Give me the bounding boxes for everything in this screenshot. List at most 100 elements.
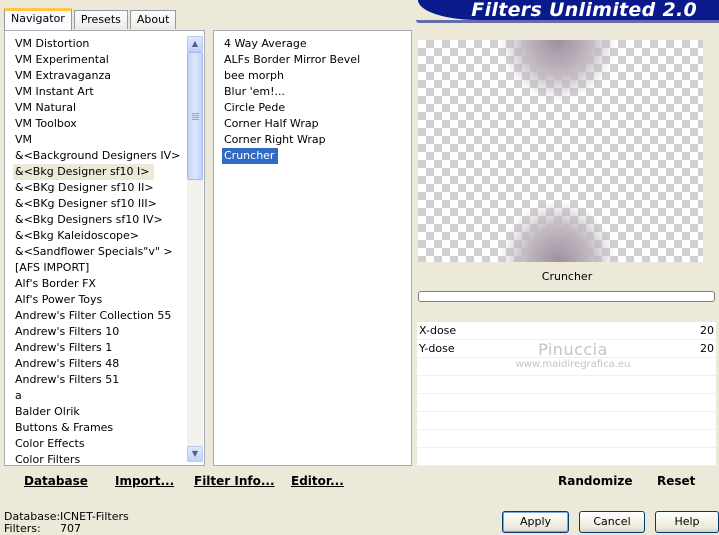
list-item[interactable]: &<Bkg Designer sf10 I> [13,164,186,180]
list-item-label: ALFs Border Mirror Bevel [224,53,361,66]
list-item-label: 4 Way Average [224,37,307,50]
list-item-label: Alf's Border FX [15,277,96,290]
param-row-empty [417,394,716,412]
list-item[interactable]: Andrew's Filters 48 [13,356,186,372]
list-item[interactable]: Corner Half Wrap [222,116,407,132]
list-item-label: Andrew's Filters 48 [15,357,120,370]
current-filter-name: Cruncher [541,270,593,283]
list-item[interactable]: Andrew's Filters 51 [13,372,186,388]
category-scrollbar[interactable]: ▲ ▼ [187,36,203,462]
list-item[interactable]: VM Distortion [13,36,186,52]
list-item-label: &<BKg Designer sf10 III> [15,197,157,210]
tab-presets[interactable]: Presets [73,10,128,29]
param-row-empty [417,448,716,466]
list-item-label: &<BKg Designer sf10 II> [15,181,154,194]
list-item[interactable]: Andrew's Filters 1 [13,340,186,356]
tab-about[interactable]: About [129,10,177,29]
list-item-label: Corner Right Wrap [224,133,326,146]
list-item-label: [AFS IMPORT] [15,261,90,274]
list-item-label: Blur 'em!... [224,85,285,98]
preview-image [418,40,703,262]
list-item[interactable]: Buttons & Frames [13,420,186,436]
category-list-panel: VM Distortion VM Experimental VM Extravaga… [4,30,205,466]
help-button[interactable]: Help [655,511,719,533]
status-filters-label: Filters: [4,522,41,535]
list-item-label: Cruncher [222,148,279,164]
apply-button[interactable]: Apply [502,511,569,533]
list-item-label: Corner Half Wrap [224,117,319,130]
list-item[interactable]: VM Toolbox [13,116,186,132]
param-label: Y-dose [419,342,455,355]
list-item[interactable]: [AFS IMPORT] [13,260,186,276]
list-item-label: Alf's Power Toys [15,293,103,306]
reset-button[interactable]: Reset [657,474,695,488]
filter-list-panel: 4 Way Average ALFs Border Mirror Bevel bee… [213,30,412,466]
param-value: 20 [700,324,714,337]
list-item-label: Circle Pede [224,101,286,114]
param-value: 20 [700,342,714,355]
param-row-y-dose[interactable]: Y-dose 20 [417,340,716,358]
list-item-label: Andrew's Filters 1 [15,341,113,354]
list-item[interactable]: Alf's Power Toys [13,292,186,308]
list-item-label: VM [15,133,33,146]
cancel-button[interactable]: Cancel [579,511,645,533]
list-item[interactable]: Cruncher [222,148,407,164]
list-item-label: VM Experimental [15,53,109,66]
list-item-label: VM Natural [15,101,77,114]
list-item[interactable]: bee morph [222,68,407,84]
scroll-down-icon[interactable]: ▼ [187,446,203,462]
list-item[interactable]: VM [13,132,186,148]
list-item[interactable]: Corner Right Wrap [222,132,407,148]
param-row-empty [417,430,716,448]
list-item-label: VM Extravaganza [15,69,112,82]
randomize-button[interactable]: Randomize [558,474,632,488]
list-item[interactable]: Andrew's Filter Collection 55 [13,308,186,324]
list-item-label: Balder Olrik [15,405,80,418]
list-item[interactable]: &<BKg Designer sf10 III> [13,196,186,212]
list-item-label: &<Bkg Designer sf10 I> [13,164,154,180]
list-item-label: &<Sandflower Specials"v" > [15,245,173,258]
list-item-label: VM Toolbox [15,117,77,130]
scroll-up-icon[interactable]: ▲ [187,36,203,52]
list-item[interactable]: Color Effects [13,436,186,452]
list-item[interactable]: &<Bkg Kaleidoscope> [13,228,186,244]
tab-strip: Navigator Presets About [4,7,177,30]
list-item[interactable]: &<BKg Designer sf10 II> [13,180,186,196]
list-item[interactable]: Andrew's Filters 10 [13,324,186,340]
list-item[interactable]: &<Sandflower Specials"v" > [13,244,186,260]
list-item[interactable]: Balder Olrik [13,404,186,420]
list-item[interactable]: VM Instant Art [13,84,186,100]
list-item[interactable]: 4 Way Average [222,36,407,52]
list-item-label: Color Filters [15,453,81,465]
param-row-empty [417,376,716,394]
list-item[interactable]: &<Bkg Designers sf10 IV> [13,212,186,228]
database-button[interactable]: Database [24,474,88,488]
list-item[interactable]: a [13,388,186,404]
category-list[interactable]: VM Distortion VM Experimental VM Extravaga… [13,36,186,465]
preview-shape-top [468,40,648,140]
list-item[interactable]: &<Background Designers IV> [13,148,186,164]
list-item-label: a [15,389,22,402]
filter-info-button[interactable]: Filter Info... [194,474,275,488]
import-button[interactable]: Import... [115,474,174,488]
param-row-x-dose[interactable]: X-dose 20 [417,322,716,340]
list-item-label: Andrew's Filters 10 [15,325,120,338]
param-row-empty [417,412,716,430]
tab-navigator[interactable]: Navigator [4,8,72,30]
list-item[interactable]: Circle Pede [222,100,407,116]
scroll-thumb[interactable] [187,52,203,180]
editor-button[interactable]: Editor... [291,474,344,488]
list-item[interactable]: VM Extravaganza [13,68,186,84]
list-item-label: VM Distortion [15,37,90,50]
list-item[interactable]: VM Natural [13,100,186,116]
list-item-label: &<Background Designers IV> [15,149,181,162]
list-item-label: &<Bkg Kaleidoscope> [15,229,140,242]
filter-list[interactable]: 4 Way Average ALFs Border Mirror Bevel bee… [222,36,407,465]
bottom-toolbar: Database Import... Filter Info... Editor… [0,466,719,494]
list-item[interactable]: Blur 'em!... [222,84,407,100]
list-item[interactable]: VM Experimental [13,52,186,68]
list-item[interactable]: Color Filters [13,452,186,465]
list-item[interactable]: Alf's Border FX [13,276,186,292]
list-item[interactable]: ALFs Border Mirror Bevel [222,52,407,68]
status-filters-value: 707 [60,522,81,535]
